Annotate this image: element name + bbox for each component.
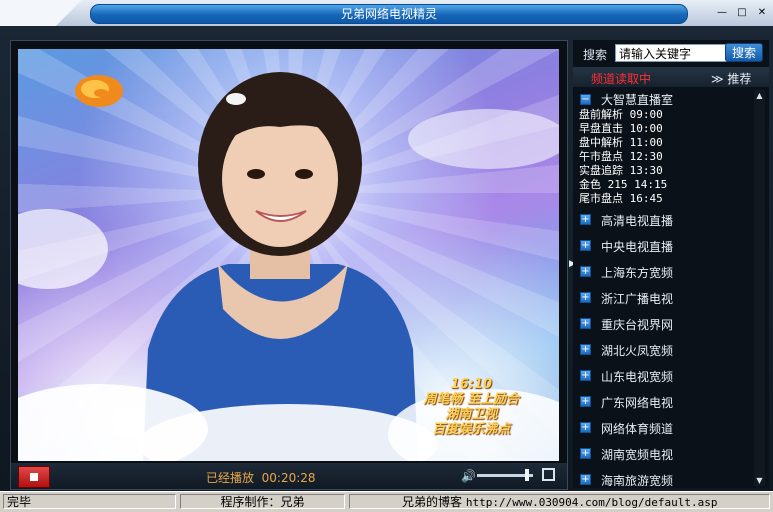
program-item[interactable]: 尾市盘点 16:45 — [578, 192, 750, 206]
program-item[interactable]: 实盘追踪 13:30 — [578, 164, 750, 178]
channel-label: 中央电视直播 — [601, 239, 674, 254]
channel-label: 网络体育频道 — [601, 421, 674, 436]
channel-group-dzh[interactable]: − 大智慧直播室 — [578, 90, 750, 108]
playback-status: 已经播放 00:20:28 — [206, 469, 316, 486]
volume-handle[interactable] — [525, 469, 529, 481]
channel-label: 浙江广播电视 — [601, 291, 674, 306]
main-panel: 16:10 周笔畅 至上励合 湖南卫视 百度娱乐沸点 已经播放 00:20:28… — [0, 26, 773, 491]
video-caption: 16:10 周笔畅 至上励合 湖南卫视 百度娱乐沸点 — [423, 377, 519, 437]
video-screen[interactable]: 16:10 周笔畅 至上励合 湖南卫视 百度娱乐沸点 — [18, 49, 559, 461]
channel-item[interactable]: + 网络体育频道 — [578, 414, 750, 440]
expand-icon[interactable]: + — [580, 343, 591, 355]
channel-item[interactable]: + 海南旅游宽频 — [578, 466, 750, 486]
expand-icon[interactable]: + — [580, 421, 591, 433]
expand-icon[interactable]: + — [580, 291, 591, 303]
channel-item[interactable]: + 湖北火凤宽频 — [578, 336, 750, 362]
close-button[interactable]: ✕ — [753, 4, 771, 22]
expand-icon[interactable]: + — [580, 213, 591, 225]
playback-status-label: 已经播放 — [206, 471, 255, 485]
tab-recommend[interactable]: ≫ 推荐 — [711, 70, 751, 87]
channel-item[interactable]: + 广东网络电视 — [578, 388, 750, 414]
channel-label: 山东电视宽频 — [601, 369, 674, 384]
channel-list: − 大智慧直播室 盘前解析 09:00 早盘直击 10:00 盘中解析 11:0… — [578, 90, 750, 487]
tab-channel-loading[interactable]: 频道读取中 — [591, 70, 651, 87]
window-controls: — □ ✕ — [713, 4, 771, 22]
volume-icon[interactable]: 🔊 — [461, 469, 476, 483]
channel-tabs: 频道读取中 ≫ 推荐 — [573, 67, 769, 87]
fullscreen-button[interactable] — [542, 468, 555, 481]
channel-item[interactable]: + 上海东方宽频 — [578, 258, 750, 284]
blog-link[interactable]: http://www.030904.com/blog/default.asp — [466, 496, 718, 509]
status-author-text: 程序制作：兄弟 — [220, 495, 305, 509]
channel-label: 海南旅游宽频 — [601, 473, 674, 487]
scroll-down-icon[interactable]: ▼ — [754, 475, 765, 486]
channel-group-title: 大智慧直播室 — [601, 92, 674, 107]
search-button[interactable]: 搜索 — [725, 43, 763, 62]
channel-label: 湖北火凤宽频 — [601, 343, 674, 358]
elapsed-time: 00:20:28 — [261, 471, 316, 485]
caption-line: 百度娱乐沸点 — [432, 422, 511, 437]
caption-line: 16:10 — [450, 377, 492, 392]
channel-item[interactable]: + 高清电视直播 — [578, 206, 750, 232]
channel-item[interactable]: + 山东电视宽频 — [578, 362, 750, 388]
channel-item[interactable]: + 浙江广播电视 — [578, 284, 750, 310]
program-item[interactable]: 午市盘点 12:30 — [578, 150, 750, 164]
volume-slider[interactable] — [477, 469, 533, 481]
expand-icon[interactable]: + — [580, 395, 591, 407]
search-label: 搜索 — [583, 48, 608, 62]
collapse-icon[interactable]: − — [580, 93, 591, 105]
stop-button[interactable] — [18, 466, 50, 488]
search-row: 搜索 搜索 — [573, 40, 769, 66]
caption-line: 周笔畅 至上励合 — [423, 392, 519, 407]
channel-list-scrollbar[interactable]: ▲ ▼ — [754, 90, 765, 486]
expand-icon[interactable]: + — [580, 239, 591, 251]
status-author: 程序制作：兄弟 — [180, 494, 345, 509]
program-item[interactable]: 早盘直击 10:00 — [578, 122, 750, 136]
expand-icon[interactable]: + — [580, 473, 591, 485]
channel-item[interactable]: + 中央电视直播 — [578, 232, 750, 258]
channel-item[interactable]: + 重庆台视界网 — [578, 310, 750, 336]
channel-label: 高清电视直播 — [601, 213, 674, 228]
blog-label: 兄弟的博客 — [402, 495, 463, 509]
expand-icon[interactable]: + — [580, 265, 591, 277]
minimize-button[interactable]: — — [713, 4, 731, 22]
status-state-text: 完毕 — [7, 495, 32, 509]
channel-label: 上海东方宽频 — [601, 265, 674, 280]
search-input[interactable] — [615, 44, 727, 62]
window-title: 兄弟网络电视精灵 — [90, 4, 688, 24]
scroll-up-icon[interactable]: ▲ — [754, 90, 765, 101]
status-blog: 兄弟的博客 http://www.030904.com/blog/default… — [349, 494, 770, 509]
video-player: 16:10 周笔畅 至上励合 湖南卫视 百度娱乐沸点 已经播放 00:20:28… — [10, 40, 568, 490]
playback-controls: 已经播放 00:20:28 🔊 — [11, 463, 567, 489]
program-item[interactable]: 金色 215 14:15 — [578, 178, 750, 192]
channel-label: 湖南宽频电视 — [601, 447, 674, 462]
channel-sidebar: 搜索 搜索 频道读取中 ≫ 推荐 − 大智慧直播室 盘前解析 09:00 早盘直… — [573, 40, 769, 488]
channel-label: 重庆台视界网 — [601, 317, 674, 332]
program-item[interactable]: 盘前解析 09:00 — [578, 108, 750, 122]
maximize-button[interactable]: □ — [733, 4, 751, 22]
program-item[interactable]: 盘中解析 11:00 — [578, 136, 750, 150]
caption-line: 湖南卫视 — [445, 407, 498, 422]
title-bar: 兄弟网络电视精灵 — □ ✕ — [0, 0, 773, 27]
expand-icon[interactable]: + — [580, 369, 591, 381]
channel-label: 广东网络电视 — [601, 395, 674, 410]
status-bar: 完毕 程序制作：兄弟 兄弟的博客 http://www.030904.com/b… — [0, 491, 773, 512]
title-decoration — [0, 0, 90, 26]
expand-icon[interactable]: + — [580, 447, 591, 459]
status-state: 完毕 — [3, 494, 176, 509]
chevron-down-icon: ≫ — [711, 72, 724, 86]
channel-item[interactable]: + 湖南宽频电视 — [578, 440, 750, 466]
tab-recommend-label: 推荐 — [727, 72, 752, 86]
expand-icon[interactable]: + — [580, 317, 591, 329]
mango-logo — [75, 75, 123, 107]
